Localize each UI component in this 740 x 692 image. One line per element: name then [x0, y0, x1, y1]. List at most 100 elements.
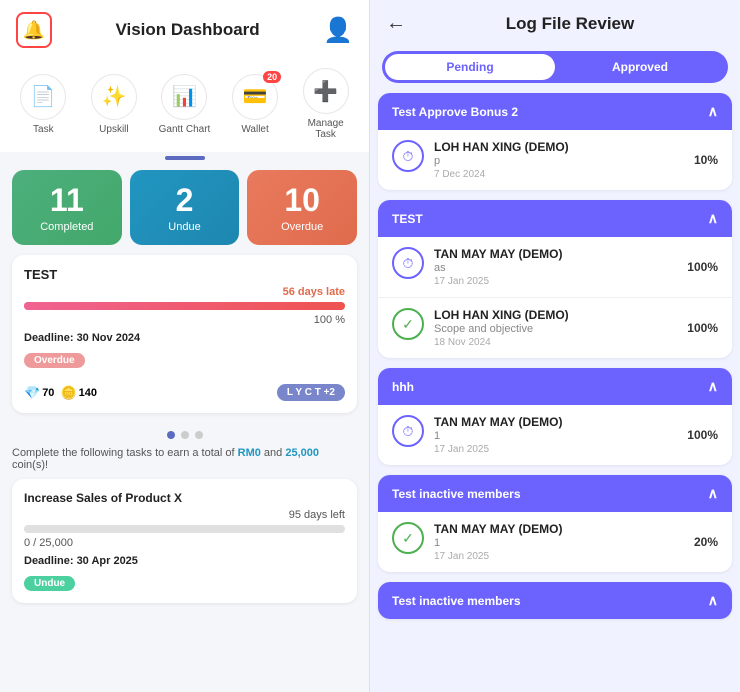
- qi-manage-circle: ➕: [303, 68, 349, 114]
- gold-icon: 🪙: [60, 385, 76, 401]
- log-entry-desc-1-0: as: [434, 262, 677, 274]
- tab-pending[interactable]: Pending: [385, 54, 555, 80]
- qi-task[interactable]: 📄 Task: [10, 74, 77, 135]
- task-progress-bg: [24, 302, 345, 310]
- log-entry-pct-0-0: 10%: [694, 153, 718, 167]
- task2-progress-bg: [24, 525, 345, 533]
- log-entry-desc-2-0: 1: [434, 430, 677, 442]
- task2-progress-count: 0 / 25,000: [24, 537, 345, 549]
- stat-overdue-label: Overdue: [281, 221, 323, 233]
- earn-prefix: Complete the following tasks to earn a t…: [12, 447, 238, 459]
- log-entry-date-3-0: 17 Jan 2025: [434, 551, 684, 562]
- log-entry-1-0: ⏱ TAN MAY MAY (DEMO)as 17 Jan 2025 100%: [378, 237, 732, 298]
- earn-text: Complete the following tasks to earn a t…: [0, 447, 369, 479]
- task-card-2: Increase Sales of Product X 95 days left…: [12, 479, 357, 603]
- gold-count: 140: [79, 387, 97, 399]
- log-review-title: Log File Review: [416, 14, 724, 34]
- log-entry-pct-2-0: 100%: [687, 428, 718, 442]
- left-panel: 🔔 Vision Dashboard 👤 📄 Task ✨ Upskill 📊 …: [0, 0, 370, 692]
- qi-task-circle: 📄: [20, 74, 66, 120]
- chevron-icon-2: ∧: [708, 378, 718, 395]
- log-entry-icon-1-1: ✓: [392, 308, 424, 340]
- avatar-icon[interactable]: 👤: [323, 16, 353, 45]
- task-footer: 💎 70 🪙 140 L Y C T +2: [24, 384, 345, 401]
- dot-3[interactable]: [195, 431, 203, 439]
- qi-manage[interactable]: ➕ ManageTask: [292, 68, 359, 140]
- stat-overdue-num: 10: [284, 182, 320, 219]
- log-entry-1-1: ✓ LOH HAN XING (DEMO)Scope and objective1…: [378, 298, 732, 358]
- right-header: ← Log File Review: [370, 0, 740, 47]
- tab-approved[interactable]: Approved: [555, 54, 725, 80]
- wallet-icon: 💳: [243, 84, 268, 109]
- chevron-icon-0: ∧: [708, 103, 718, 120]
- upskill-icon: ✨: [101, 84, 126, 109]
- log-entry-name-1-0: TAN MAY MAY (DEMO): [434, 247, 677, 261]
- log-section-header-3[interactable]: Test inactive members∧: [378, 475, 732, 512]
- log-section-header-1[interactable]: TEST∧: [378, 200, 732, 237]
- log-section-header-4[interactable]: Test inactive members ∧: [378, 582, 732, 619]
- qi-gantt-label: Gantt Chart: [159, 124, 211, 135]
- stats-row: 11 Completed 2 Undue 10 Overdue: [0, 164, 369, 255]
- log-section-header-0[interactable]: Test Approve Bonus 2∧: [378, 93, 732, 130]
- task-card-1: TEST 56 days late 100 % Deadline: 30 Nov…: [12, 255, 357, 413]
- task2-title: Increase Sales of Product X: [24, 491, 345, 505]
- wallet-badge: 20: [263, 71, 281, 83]
- log-entry-name-3-0: TAN MAY MAY (DEMO): [434, 522, 684, 536]
- stat-undue-label: Undue: [168, 221, 200, 233]
- log-section-4: Test inactive members ∧: [378, 582, 732, 619]
- log-entry-icon-2-0: ⏱: [392, 415, 424, 447]
- chevron-icon-3: ∧: [708, 485, 718, 502]
- stat-undue: 2 Undue: [130, 170, 240, 245]
- log-entry-date-0-0: 7 Dec 2024: [434, 169, 684, 180]
- left-header: 🔔 Vision Dashboard 👤: [0, 0, 369, 60]
- qi-wallet[interactable]: 💳 20 Wallet: [222, 74, 289, 135]
- log-entry-info-1-1: LOH HAN XING (DEMO)Scope and objective18…: [434, 308, 677, 348]
- user-chip-row: L Y C T +2: [277, 384, 345, 401]
- task-card-title: TEST: [24, 267, 345, 282]
- log-entry-icon-0-0: ⏱: [392, 140, 424, 172]
- log-scroll[interactable]: Test Approve Bonus 2∧ ⏱ LOH HAN XING (DEMO…: [370, 93, 740, 692]
- qi-manage-label: ManageTask: [308, 118, 344, 140]
- task2-deadline: Deadline: 30 Apr 2025: [24, 555, 345, 567]
- bell-icon: 🔔: [23, 20, 45, 41]
- log-entry-icon-3-0: ✓: [392, 522, 424, 554]
- qi-upskill-label: Upskill: [99, 124, 128, 135]
- log-entry-name-2-0: TAN MAY MAY (DEMO): [434, 415, 677, 429]
- task-progress-pct: 100 %: [24, 314, 345, 326]
- overdue-badge: Overdue: [24, 353, 85, 368]
- chevron-icon-1: ∧: [708, 210, 718, 227]
- dashboard-title: Vision Dashboard: [115, 20, 259, 40]
- log-entry-3-0: ✓TAN MAY MAY (DEMO)117 Jan 202520%: [378, 512, 732, 572]
- log-entry-date-1-1: 18 Nov 2024: [434, 337, 677, 348]
- earn-coins: 25,000: [285, 447, 319, 459]
- earn-rm: RM0: [238, 447, 261, 459]
- log-section-header-2[interactable]: hhh∧: [378, 368, 732, 405]
- bell-icon-button[interactable]: 🔔: [16, 12, 52, 48]
- earn-and: and: [264, 447, 285, 459]
- log-entry-pct-1-0: 100%: [687, 260, 718, 274]
- log-entry-info-0-0: LOH HAN XING (DEMO)p7 Dec 2024: [434, 140, 684, 180]
- log-section-1: TEST∧ ⏱ TAN MAY MAY (DEMO)as 17 Jan 2025 100…: [378, 200, 732, 358]
- stat-completed-num: 11: [50, 182, 84, 219]
- task2-days-left: 95 days left: [24, 509, 345, 521]
- qi-wallet-label: Wallet: [241, 124, 268, 135]
- log-entry-pct-1-1: 100%: [687, 321, 718, 335]
- tabs-row: Pending Approved: [382, 51, 728, 83]
- gem-icon: 💎: [24, 385, 40, 401]
- dot-1[interactable]: [167, 431, 175, 439]
- back-button[interactable]: ←: [386, 12, 406, 35]
- scroll-indicator: [0, 152, 369, 164]
- stat-overdue: 10 Overdue: [247, 170, 357, 245]
- coin-badges: 💎 70 🪙 140: [24, 385, 97, 401]
- dot-2[interactable]: [181, 431, 189, 439]
- qi-gantt[interactable]: 📊 Gantt Chart: [151, 74, 218, 135]
- log-entry-2-0: ⏱ TAN MAY MAY (DEMO)1 17 Jan 2025 100%: [378, 405, 732, 465]
- log-entry-icon-1-0: ⏱: [392, 247, 424, 279]
- log-section-title-4: Test inactive members: [392, 594, 521, 608]
- log-entry-date-2-0: 17 Jan 2025: [434, 444, 677, 455]
- chevron-icon-4: ∧: [708, 592, 718, 609]
- log-entry-date-1-0: 17 Jan 2025: [434, 276, 677, 287]
- task-progress-fill: [24, 302, 345, 310]
- qi-upskill[interactable]: ✨ Upskill: [81, 74, 148, 135]
- user-chip: L Y C T +2: [277, 384, 345, 401]
